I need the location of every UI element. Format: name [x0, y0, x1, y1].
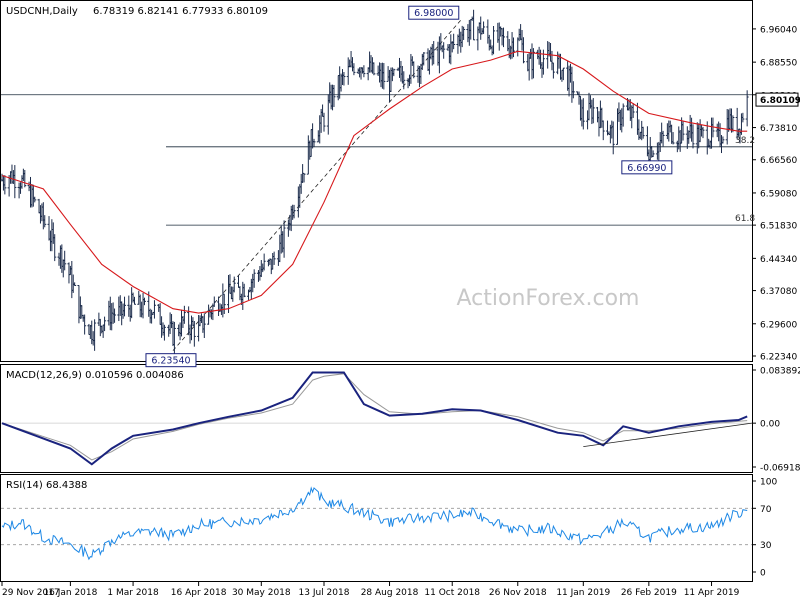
macd-title: MACD(12,26,9) 0.010596 0.004086	[6, 370, 184, 381]
price-y-tick-label: 6.59080	[760, 189, 797, 199]
x-tick-label: 13 Jul 2018	[299, 588, 350, 598]
ohlc-open: 6.78319	[93, 6, 134, 17]
x-axis: 29 Nov 201716 Jan 2018 1 Mar 2018 16 Apr 2…	[1, 582, 740, 598]
price-title: USDCNH,Daily	[6, 6, 78, 17]
ohlc-readout: 6.78319 6.82141 6.77933 6.80109	[93, 6, 268, 17]
price-y-tick-label: 6.66560	[760, 156, 797, 166]
macd-y-tick-label: 0.00	[760, 420, 780, 430]
rsi-y-axis: 100 70 30 0	[752, 478, 777, 579]
x-tick-label: 16 Jan 2018	[43, 588, 97, 598]
x-tick-label: 26 Feb 2019	[621, 588, 677, 598]
current-price-label: 6.80109	[760, 96, 800, 106]
rsi-y-tick-label: 100	[760, 478, 777, 488]
rsi-levels	[1, 507, 752, 546]
macd-y-axis: 0.083892 0.00 -0.069189	[752, 367, 800, 474]
ohlc-close: 6.80109	[227, 6, 268, 17]
annotation-label: 6.23540	[151, 356, 190, 367]
rsi-line	[1, 486, 748, 561]
price-levels: 38.2 61.8	[1, 94, 755, 226]
ohlc-low: 6.77933	[182, 6, 223, 17]
rsi-title: RSI(14) 68.4388	[6, 480, 87, 491]
price-y-tick-label: 6.37080	[760, 287, 797, 297]
rsi-series-line	[1, 486, 748, 561]
x-tick-label: 28 Aug 2018	[361, 588, 419, 598]
macd-y-tick-label: 0.083892	[760, 367, 800, 377]
price-y-tick-label: 6.73810	[760, 124, 797, 134]
macd-trendline	[583, 422, 753, 447]
x-tick-label: 1 Mar 2018	[107, 588, 159, 598]
x-tick-label: 11 Oct 2018	[424, 588, 480, 598]
rsi-y-tick-label: 70	[760, 505, 772, 515]
annotation-label: 6.98000	[414, 8, 453, 19]
annotation-label: 6.66990	[627, 163, 666, 174]
x-tick-label: 30 May 2018	[232, 588, 291, 598]
watermark: ActionForex.com	[457, 286, 640, 311]
price-moving-average	[1, 50, 748, 314]
fibonacci-level-label: 61.8	[735, 214, 755, 224]
chart-canvas: ActionForex.com 38.261.8 6.980006.669906…	[0, 0, 800, 598]
price-y-tick-label: 6.29600	[760, 320, 797, 330]
price-y-tick-label: 6.22340	[760, 353, 797, 363]
panel-borders	[0, 0, 753, 582]
macd-y-tick-label: -0.069189	[760, 464, 800, 474]
price-y-tick-label: 6.44340	[760, 255, 797, 265]
x-tick-label: 11 Jan 2019	[556, 588, 610, 598]
moving-average-line	[1, 50, 748, 314]
rsi-y-tick-label: 30	[760, 541, 772, 551]
x-tick-label: 11 Apr 2019	[684, 588, 740, 598]
ohlc-high: 6.82141	[138, 6, 179, 17]
macd-lines	[1, 371, 753, 466]
price-y-axis: 6.960406.885506.812006.738106.665606.590…	[752, 25, 800, 363]
price-y-tick-label: 6.96040	[760, 25, 797, 35]
price-y-tick-label: 6.88550	[760, 59, 797, 69]
rsi-panel-border	[0, 474, 753, 582]
price-y-tick-label: 6.51830	[760, 222, 797, 232]
fibonacci-level-label: 38.2	[735, 136, 755, 146]
x-tick-label: 16 Apr 2018	[171, 588, 227, 598]
rsi-y-tick-label: 0	[760, 569, 766, 579]
x-tick-label: 26 Nov 2018	[489, 588, 547, 598]
price-annotations: 6.98000 6.66990 6.23540	[145, 5, 673, 368]
